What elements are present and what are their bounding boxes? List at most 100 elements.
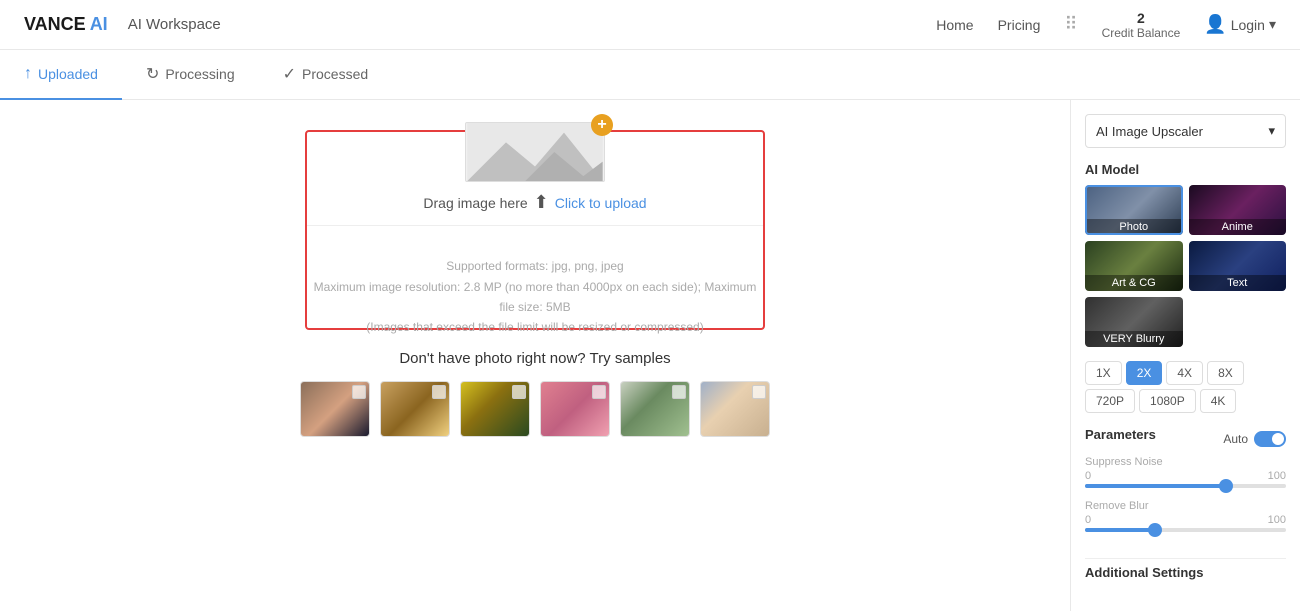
- right-panel: AI Image Upscaler ▾ AI Model Photo Anime…: [1070, 100, 1300, 611]
- model-anime[interactable]: Anime: [1189, 185, 1287, 235]
- remove-blur-fill: [1085, 528, 1155, 532]
- divider: [307, 225, 763, 226]
- nav-home[interactable]: Home: [936, 17, 973, 33]
- suppress-noise-max: 100: [1268, 470, 1286, 482]
- sample-item-6[interactable]: [700, 381, 770, 437]
- res-1080p[interactable]: 1080P: [1139, 389, 1196, 413]
- credit-label: Credit Balance: [1102, 26, 1181, 40]
- logo[interactable]: VANCEAI: [24, 14, 108, 35]
- sample-checkbox-2[interactable]: [432, 385, 446, 399]
- tab-processed[interactable]: ✓ Processed: [259, 50, 393, 100]
- model-blurry-label: VERY Blurry: [1085, 331, 1183, 347]
- login-button[interactable]: 👤 Login ▾: [1204, 14, 1276, 35]
- sample-checkbox-6[interactable]: [752, 385, 766, 399]
- header-nav: Home Pricing ⠿ 2 Credit Balance 👤 Login …: [936, 10, 1276, 40]
- scale-row: 1X 2X 4X 8X: [1085, 361, 1286, 385]
- remove-blur-slider: Remove Blur 0 100: [1085, 500, 1286, 532]
- remove-blur-track[interactable]: [1085, 528, 1286, 532]
- scale-2x[interactable]: 2X: [1126, 361, 1163, 385]
- sample-checkbox-4[interactable]: [592, 385, 606, 399]
- nav-pricing[interactable]: Pricing: [998, 17, 1041, 33]
- samples-grid: [300, 381, 770, 437]
- res-4k[interactable]: 4K: [1200, 389, 1237, 413]
- suppress-noise-minmax: 0 100: [1085, 470, 1286, 482]
- scale-8x[interactable]: 8X: [1207, 361, 1244, 385]
- sample-item-1[interactable]: [300, 381, 370, 437]
- remove-blur-max: 100: [1268, 514, 1286, 526]
- remove-blur-label: Remove Blur: [1085, 500, 1149, 512]
- more-icon[interactable]: ⠿: [1064, 14, 1077, 35]
- res-720p[interactable]: 720P: [1085, 389, 1135, 413]
- upload-info: Supported formats: jpg, png, jpeg Maximu…: [307, 256, 763, 338]
- upload-link[interactable]: Click to upload: [555, 195, 647, 211]
- cloud-upload-icon: ⬆: [534, 192, 549, 213]
- model-artcg-label: Art & CG: [1085, 275, 1183, 291]
- chevron-down-icon: ▾: [1269, 16, 1276, 33]
- header: VANCEAI AI Workspace Home Pricing ⠿ 2 Cr…: [0, 0, 1300, 50]
- model-text-label: Text: [1189, 275, 1287, 291]
- remove-blur-thumb[interactable]: [1148, 523, 1162, 537]
- sample-checkbox-5[interactable]: [672, 385, 686, 399]
- sample-checkbox-1[interactable]: [352, 385, 366, 399]
- ai-model-section: AI Model Photo Anime Art & CG Text VERY …: [1085, 162, 1286, 347]
- suppress-noise-thumb[interactable]: [1219, 479, 1233, 493]
- suppress-noise-label: Suppress Noise: [1085, 456, 1163, 468]
- content-area: + Drag image here ⬆ Click to upload Supp…: [0, 100, 1070, 611]
- supported-formats: Supported formats: jpg, png, jpeg: [307, 256, 763, 276]
- parameters-header: Parameters Auto: [1085, 427, 1286, 450]
- remove-blur-min: 0: [1085, 514, 1091, 526]
- model-artcg[interactable]: Art & CG: [1085, 241, 1183, 291]
- dropdown-chevron-icon: ▾: [1268, 123, 1275, 139]
- remove-blur-labels: Remove Blur: [1085, 500, 1286, 512]
- model-blurry[interactable]: VERY Blurry: [1085, 297, 1183, 347]
- scale-section: 1X 2X 4X 8X 720P 1080P 4K: [1085, 361, 1286, 413]
- toggle-track[interactable]: [1254, 431, 1286, 447]
- ai-model-title: AI Model: [1085, 162, 1286, 177]
- resolution-row: 720P 1080P 4K: [1085, 389, 1286, 413]
- login-label: Login: [1231, 17, 1265, 33]
- parameters-title: Parameters: [1085, 427, 1156, 442]
- user-icon: 👤: [1204, 14, 1226, 35]
- tab-uploaded[interactable]: ↑ Uploaded: [0, 50, 122, 100]
- auto-toggle[interactable]: Auto: [1223, 431, 1286, 447]
- model-anime-label: Anime: [1189, 219, 1287, 235]
- model-text[interactable]: Text: [1189, 241, 1287, 291]
- max-resolution: Maximum image resolution: 2.8 MP (no mor…: [307, 277, 763, 318]
- remove-blur-minmax: 0 100: [1085, 514, 1286, 526]
- scale-4x[interactable]: 4X: [1166, 361, 1203, 385]
- compress-note: (Images that exceed the file limit will …: [307, 317, 763, 337]
- processing-icon: ↻: [146, 64, 159, 84]
- page-title: AI Workspace: [128, 16, 221, 33]
- sample-item-5[interactable]: [620, 381, 690, 437]
- upload-area[interactable]: + Drag image here ⬆ Click to upload Supp…: [305, 130, 765, 330]
- sample-item-2[interactable]: [380, 381, 450, 437]
- tab-uploaded-label: Uploaded: [38, 66, 98, 82]
- suppress-noise-fill: [1085, 484, 1226, 488]
- suppress-noise-slider: Suppress Noise 0 100: [1085, 456, 1286, 488]
- model-grid: Photo Anime Art & CG Text VERY Blurry: [1085, 185, 1286, 347]
- sample-item-4[interactable]: [540, 381, 610, 437]
- tab-processed-label: Processed: [302, 66, 368, 82]
- upload-text-row: Drag image here ⬆ Click to upload: [423, 192, 646, 213]
- toggle-thumb: [1272, 433, 1284, 445]
- samples-title: Don't have photo right now? Try samples: [399, 350, 670, 367]
- additional-settings: Additional Settings: [1085, 558, 1286, 586]
- sample-checkbox-3[interactable]: [512, 385, 526, 399]
- model-photo[interactable]: Photo: [1085, 185, 1183, 235]
- tabs-bar: ↑ Uploaded ↻ Processing ✓ Processed: [0, 50, 1300, 100]
- suppress-noise-track[interactable]: [1085, 484, 1286, 488]
- tab-processing-label: Processing: [165, 66, 234, 82]
- placeholder-image: [465, 122, 605, 182]
- plus-icon: +: [591, 114, 613, 136]
- sample-item-3[interactable]: [460, 381, 530, 437]
- scale-1x[interactable]: 1X: [1085, 361, 1122, 385]
- suppress-noise-labels: Suppress Noise: [1085, 456, 1286, 468]
- upload-icon: ↑: [24, 65, 32, 83]
- main-layout: + Drag image here ⬆ Click to upload Supp…: [0, 100, 1300, 611]
- suppress-noise-min: 0: [1085, 470, 1091, 482]
- credit-number: 2: [1137, 10, 1145, 26]
- model-photo-label: Photo: [1085, 219, 1183, 235]
- model-dropdown[interactable]: AI Image Upscaler ▾: [1085, 114, 1286, 148]
- logo-ai: AI: [90, 14, 108, 35]
- tab-processing[interactable]: ↻ Processing: [122, 50, 259, 100]
